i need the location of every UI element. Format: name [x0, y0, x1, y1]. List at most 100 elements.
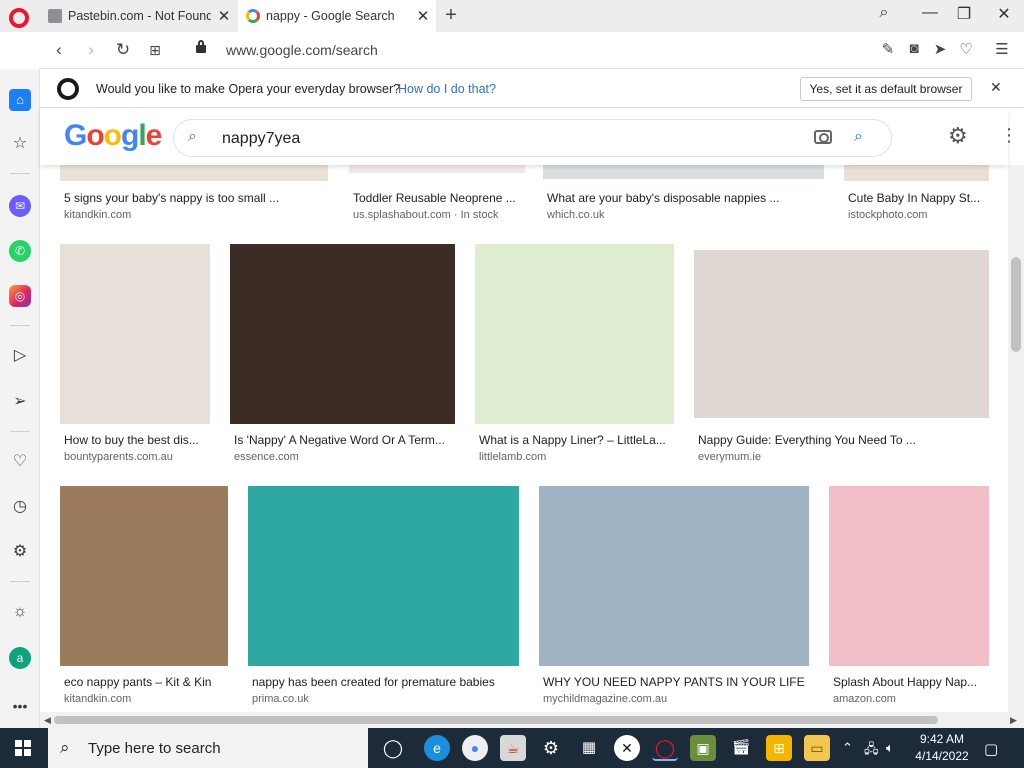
task-view-icon[interactable]: ◯: [380, 735, 406, 761]
result-source[interactable]: prima.co.uk: [252, 693, 518, 705]
tab-close-icon[interactable]: ✕: [410, 7, 436, 25]
whatsapp-icon[interactable]: ✆: [9, 240, 31, 262]
result-caption[interactable]: What is a Nappy Liner? – LittleLa...: [479, 433, 673, 447]
result-caption[interactable]: What are your baby's disposable nappies …: [547, 191, 822, 205]
instagram-icon[interactable]: ◎: [9, 285, 31, 307]
home-icon[interactable]: ⌂: [9, 89, 31, 111]
lock-icon[interactable]: [196, 40, 206, 53]
result-caption[interactable]: Is 'Nappy' A Negative Word Or A Term...: [234, 433, 454, 447]
scroll-left-icon[interactable]: ◀: [44, 715, 51, 726]
search-input[interactable]: nappy7yea: [222, 130, 300, 148]
result-caption[interactable]: WHY YOU NEED NAPPY PANTS IN YOUR LIFE ..…: [543, 675, 808, 689]
tab-google-search[interactable]: nappy - Google Search ✕: [238, 0, 436, 32]
result-source[interactable]: essence.com: [234, 451, 454, 463]
search-submit-icon[interactable]: ⌕: [854, 128, 863, 146]
minimize-icon[interactable]: —: [918, 4, 942, 22]
java-icon[interactable]: ☕: [500, 735, 526, 761]
image-result[interactable]: nappy has been created for premature bab…: [248, 486, 519, 708]
image-result[interactable]: eco nappy pants – Kit & Kin kitandkin.co…: [60, 486, 228, 708]
bookmark-pin-icon[interactable]: ☆: [9, 133, 31, 155]
player-icon[interactable]: ▷: [9, 345, 31, 367]
result-thumbnail[interactable]: [230, 244, 455, 424]
search-box[interactable]: ⌕ nappy7yea ⌕: [173, 119, 892, 157]
image-result[interactable]: Nappy Guide: Everything You Need To ... …: [694, 250, 989, 466]
heart-icon[interactable]: ♡: [956, 40, 976, 58]
notifications-icon[interactable]: ▢: [984, 740, 998, 758]
result-source[interactable]: bountyparents.com.au: [64, 451, 210, 463]
result-thumbnail[interactable]: [475, 244, 674, 424]
image-result[interactable]: WHY YOU NEED NAPPY PANTS IN YOUR LIFE ..…: [539, 486, 809, 708]
result-source[interactable]: which.co.uk: [547, 209, 822, 221]
result-thumbnail[interactable]: [349, 165, 525, 173]
result-caption[interactable]: eco nappy pants – Kit & Kin: [64, 675, 228, 689]
scroll-right-icon[interactable]: ▶: [1010, 715, 1017, 726]
edge-icon[interactable]: e: [424, 735, 450, 761]
network-icon[interactable]: 🖧︎: [864, 740, 879, 762]
camera-search-icon[interactable]: [814, 130, 832, 144]
result-source[interactable]: littlelamb.com: [479, 451, 673, 463]
opera-taskbar-icon[interactable]: ◯: [652, 735, 678, 761]
calendar-icon[interactable]: ▦: [576, 735, 602, 761]
result-source[interactable]: mychildmagazine.com.au: [543, 693, 808, 705]
image-result[interactable]: Cute Baby In Nappy St... istockphoto.com: [844, 165, 989, 225]
volume-icon[interactable]: 🔈︎: [886, 740, 894, 756]
windows-start-icon[interactable]: [15, 740, 31, 756]
set-default-button[interactable]: Yes, set it as default browser: [800, 77, 972, 101]
result-thumbnail[interactable]: [543, 165, 824, 179]
snapshot-edit-icon[interactable]: ✎: [878, 40, 898, 58]
result-source[interactable]: istockphoto.com: [848, 209, 988, 221]
send-icon[interactable]: ➤: [930, 40, 950, 58]
result-source[interactable]: amazon.com: [833, 693, 988, 705]
image-result[interactable]: 5 signs your baby's nappy is too small .…: [60, 165, 328, 225]
tips-icon[interactable]: ☼: [9, 601, 31, 623]
restore-icon[interactable]: ❐: [952, 4, 976, 24]
vertical-scroll-thumb[interactable]: [1011, 257, 1021, 352]
image-result[interactable]: Is 'Nappy' A Negative Word Or A Term... …: [230, 244, 455, 466]
result-caption[interactable]: 5 signs your baby's nappy is too small .…: [64, 191, 324, 205]
clock[interactable]: 9:42 AM 4/14/2022: [910, 731, 974, 765]
minecraft-icon[interactable]: ▣: [690, 735, 716, 761]
tab-search-icon[interactable]: ⌕: [872, 4, 896, 22]
result-caption[interactable]: Cute Baby In Nappy St...: [848, 191, 988, 205]
result-caption[interactable]: Toddler Reusable Neoprene ...: [353, 191, 523, 205]
result-thumbnail[interactable]: [60, 165, 328, 181]
image-result[interactable]: Splash About Happy Nap... amazon.com: [829, 486, 989, 708]
chrome-icon[interactable]: ●: [462, 735, 488, 761]
settings-icon[interactable]: ⚙: [9, 541, 31, 563]
result-thumbnail[interactable]: [539, 486, 809, 666]
horizontal-scroll-thumb[interactable]: [54, 716, 938, 724]
xbox-icon[interactable]: ✕: [614, 735, 640, 761]
result-caption[interactable]: nappy has been created for premature bab…: [252, 675, 518, 689]
result-source[interactable]: everymum.ie: [698, 451, 988, 463]
image-result[interactable]: What is a Nappy Liner? – LittleLa... lit…: [475, 244, 674, 466]
easy-setup-icon[interactable]: ☰: [992, 40, 1012, 58]
settings-app-icon[interactable]: ⚙: [538, 735, 564, 761]
result-thumbnail[interactable]: [694, 250, 989, 418]
bookmarks-icon[interactable]: ♡: [9, 451, 31, 473]
result-caption[interactable]: How to buy the best dis...: [64, 433, 210, 447]
apps-grid-icon[interactable]: ⋮: [1000, 125, 1018, 146]
result-thumbnail[interactable]: [248, 486, 519, 666]
image-result[interactable]: What are your baby's disposable nappies …: [543, 165, 824, 225]
more-icon[interactable]: •••: [9, 695, 31, 717]
messenger-icon[interactable]: ✉: [9, 195, 31, 217]
close-window-icon[interactable]: ✕: [992, 4, 1016, 24]
gear-icon[interactable]: ⚙: [948, 123, 968, 149]
tabs-grid-icon[interactable]: ⊞: [144, 42, 166, 59]
google-logo[interactable]: Google: [64, 119, 162, 153]
result-thumbnail[interactable]: [844, 165, 989, 181]
aria-icon[interactable]: a: [9, 647, 31, 669]
opera-menu-icon[interactable]: [9, 8, 29, 28]
new-tab-icon[interactable]: +: [440, 4, 462, 27]
chevron-up-icon[interactable]: ⌃: [842, 740, 853, 756]
clapper-icon[interactable]: 🎬︎: [728, 735, 754, 761]
result-caption[interactable]: Nappy Guide: Everything You Need To ...: [698, 433, 988, 447]
forward-icon[interactable]: ›: [80, 40, 102, 60]
result-thumbnail[interactable]: [829, 486, 989, 666]
url-field[interactable]: www.google.com/search: [226, 42, 378, 58]
file-explorer-icon[interactable]: ▭: [804, 735, 830, 761]
horizontal-scrollbar[interactable]: ◀ ▶: [40, 712, 1024, 728]
how-to-link[interactable]: How do I do that?: [398, 82, 496, 96]
back-icon[interactable]: ‹: [48, 40, 70, 60]
result-thumbnail[interactable]: [60, 486, 228, 666]
